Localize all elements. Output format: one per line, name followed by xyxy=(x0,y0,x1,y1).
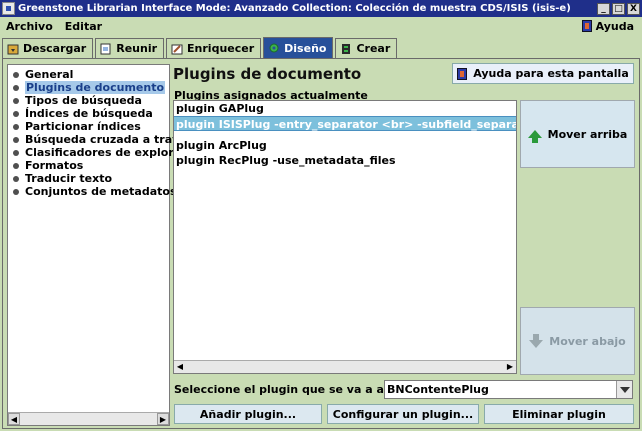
sidebar-item-plugins[interactable]: Plugins de documento xyxy=(11,81,169,94)
move-down-label: Mover abajo xyxy=(549,334,626,348)
bullet-icon xyxy=(13,71,19,78)
sidebar-item-translate[interactable]: Traducir texto xyxy=(11,172,169,185)
tab-label: Crear xyxy=(356,42,391,55)
gear-icon xyxy=(268,42,280,54)
menu-help[interactable]: Ayuda xyxy=(581,19,642,33)
help-book-icon xyxy=(457,67,468,80)
sidebar-item-cross-search[interactable]: Búsqueda cruzada a través xyxy=(11,133,193,146)
bullet-icon xyxy=(13,136,19,143)
sidebar-horizontal-scrollbar[interactable]: ◀ ▶ xyxy=(8,412,169,425)
bullet-icon xyxy=(13,149,19,156)
gather-icon xyxy=(100,43,112,55)
bullet-icon xyxy=(13,175,19,182)
tab-enriquecer[interactable]: Enriquecer xyxy=(166,38,262,58)
plugin-select-label: Seleccione el plugin que se va a añadir xyxy=(174,383,417,396)
tab-label: Reunir xyxy=(116,42,158,55)
add-plugin-button[interactable]: Añadir plugin... xyxy=(174,404,322,424)
chevron-down-icon xyxy=(619,386,630,393)
bullet-icon xyxy=(13,188,19,195)
tab-label: Descargar xyxy=(23,42,87,55)
list-item[interactable]: plugin RecPlug -use_metadata_files xyxy=(174,153,516,168)
bullet-icon xyxy=(13,162,19,169)
maximize-button[interactable]: □ xyxy=(612,2,625,15)
plugin-select[interactable]: BNContentePlug xyxy=(384,380,633,399)
arrow-down-icon xyxy=(529,334,544,348)
bullet-icon xyxy=(13,110,19,117)
configure-plugin-button[interactable]: Configurar un plugin... xyxy=(327,404,479,424)
list-item[interactable]: plugin GAPlug xyxy=(174,101,516,116)
design-sections-list: General Plugins de documento Tipos de bú… xyxy=(7,64,193,426)
sidebar-item-search-types[interactable]: Tipos de búsqueda xyxy=(11,94,169,107)
sidebar-item-metadata-sets[interactable]: Conjuntos de metadatos xyxy=(11,185,177,198)
move-up-label: Mover arriba xyxy=(547,127,628,141)
help-button[interactable]: Ayuda para esta pantalla xyxy=(452,63,634,84)
app-icon xyxy=(2,2,15,15)
menu-bar: Archivo Editar Ayuda xyxy=(0,17,642,35)
menu-edit[interactable]: Editar xyxy=(59,20,108,33)
main-panel: General Plugins de documento Tipos de bú… xyxy=(2,58,640,429)
download-icon xyxy=(7,43,19,55)
arrow-up-icon xyxy=(527,130,542,143)
scroll-left-icon[interactable]: ◀ xyxy=(8,413,20,425)
move-down-button[interactable]: Mover abajo xyxy=(520,307,635,375)
plugin-select-value: BNContentePlug xyxy=(387,383,489,396)
build-icon xyxy=(340,43,352,55)
tab-label: Diseño xyxy=(284,41,327,55)
scroll-right-icon[interactable]: ▶ xyxy=(504,361,516,373)
enrich-icon xyxy=(171,43,183,55)
assigned-plugins-list[interactable]: plugin GAPlug plugin ISISPlug -entry_sep… xyxy=(173,100,517,374)
close-button[interactable]: X xyxy=(627,2,640,15)
menu-file[interactable]: Archivo xyxy=(0,20,59,33)
help-button-label: Ayuda para esta pantalla xyxy=(473,67,629,80)
bullet-icon xyxy=(13,123,19,130)
dropdown-button[interactable] xyxy=(616,381,632,398)
list-item[interactable]: plugin ArcPlug xyxy=(174,138,516,153)
title-bar: Greenstone Librarian Interface Mode: Ava… xyxy=(0,0,642,17)
plugins-panel: Plugins de documento Ayuda para esta pan… xyxy=(173,59,639,428)
help-book-icon xyxy=(581,20,592,32)
bullet-icon xyxy=(13,97,19,104)
sidebar-item-classifiers[interactable]: Clasificadores de exploraci xyxy=(11,146,191,159)
tab-crear[interactable]: Crear xyxy=(335,38,398,58)
plugins-horizontal-scrollbar[interactable]: ◀ ▶ xyxy=(174,360,516,373)
window-title: Greenstone Librarian Interface Mode: Ava… xyxy=(18,3,571,14)
page-title: Plugins de documento xyxy=(173,65,362,83)
sidebar-item-formats[interactable]: Formatos xyxy=(11,159,169,172)
move-up-button[interactable]: Mover arriba xyxy=(520,100,635,168)
remove-plugin-button[interactable]: Eliminar plugin xyxy=(484,404,634,424)
tab-label: Enriquecer xyxy=(187,42,255,55)
tab-diseno[interactable]: Diseño xyxy=(263,37,334,58)
menu-help-label: Ayuda xyxy=(595,19,634,33)
sidebar-item-general[interactable]: General xyxy=(11,68,169,81)
scroll-left-icon[interactable]: ◀ xyxy=(174,361,186,373)
tab-reunir[interactable]: Reunir xyxy=(95,38,165,58)
sidebar-item-search-indexes[interactable]: Índices de búsqueda xyxy=(11,107,169,120)
bullet-icon xyxy=(13,84,19,91)
sidebar-item-partition-indexes[interactable]: Particionar índices xyxy=(11,120,169,133)
scroll-right-icon[interactable]: ▶ xyxy=(157,413,169,425)
minimize-button[interactable]: _ xyxy=(597,2,610,15)
tab-bar: Descargar Reunir Enriquecer Diseño Crear xyxy=(2,37,398,58)
list-item-selected[interactable]: plugin ISISPlug -entry_separator <br> -s… xyxy=(174,116,516,131)
tab-descargar[interactable]: Descargar xyxy=(2,38,94,58)
